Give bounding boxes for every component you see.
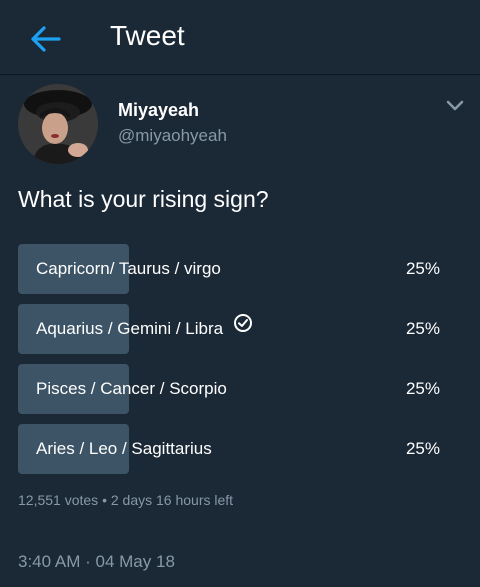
tweet-options-button[interactable] — [442, 96, 468, 116]
poll-option: Pisces / Cancer / Scorpio 25% — [18, 364, 462, 414]
tweet-date: 04 May 18 — [95, 552, 175, 571]
poll-time-left: 2 days 16 hours left — [110, 492, 234, 508]
page-title: Tweet — [110, 20, 185, 51]
poll-option-percent: 25% — [405, 319, 440, 338]
poll-votes: 12,551 votes — [18, 492, 99, 508]
poll-option-label: Pisces / Cancer / Scorpio — [36, 379, 227, 398]
poll-meta: 12,551 votes • 2 days 16 hours left — [18, 492, 233, 508]
app-header: Tweet — [0, 0, 480, 75]
chevron-down-icon — [446, 100, 464, 111]
arrow-left-icon — [31, 26, 61, 52]
poll-option: Aries / Leo / Sagittarius 25% — [18, 424, 462, 474]
tweet-time: 3:40 AM — [18, 552, 81, 571]
check-circle-icon — [233, 303, 253, 353]
poll-option-percent: 25% — [405, 439, 440, 458]
author-display-name[interactable]: Miyayeah — [118, 100, 199, 121]
poll: Capricorn/ Taurus / virgo 25% Aquarius /… — [18, 244, 462, 484]
timestamp-separator: · — [85, 552, 91, 571]
poll-option-label: Aquarius / Gemini / Libra — [36, 304, 253, 354]
avatar-image — [18, 84, 98, 164]
poll-option: Capricorn/ Taurus / virgo 25% — [18, 244, 462, 294]
poll-option-percent: 25% — [405, 259, 440, 278]
author-username[interactable]: @miyaohyeah — [118, 126, 227, 146]
avatar[interactable] — [18, 84, 98, 164]
poll-option: Aquarius / Gemini / Libra 25% — [18, 304, 462, 354]
poll-meta-separator: • — [102, 492, 107, 508]
tweet-text: What is your rising sign? — [18, 186, 269, 212]
poll-option-label: Aries / Leo / Sagittarius — [36, 439, 212, 458]
poll-option-label: Capricorn/ Taurus / virgo — [36, 259, 221, 278]
back-button[interactable] — [26, 20, 64, 58]
tweet-timestamp: 3:40 AM · 04 May 18 — [18, 552, 175, 572]
poll-option-percent: 25% — [405, 379, 440, 398]
